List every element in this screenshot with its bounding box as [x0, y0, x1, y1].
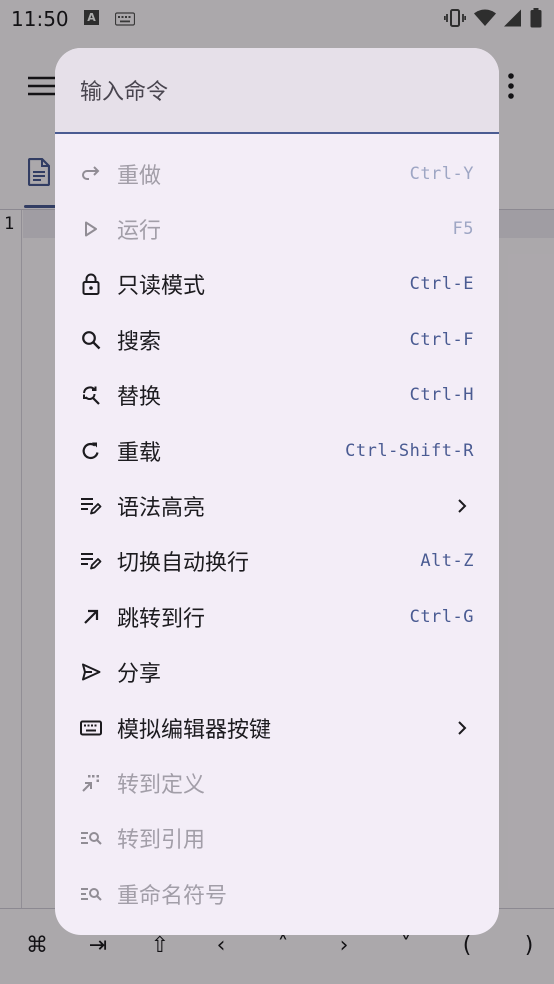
- command-label: 搜索: [117, 329, 162, 355]
- command-item-go-to-line[interactable]: 跳转到行 Ctrl-G: [55, 589, 499, 644]
- find-references-icon: [80, 883, 102, 905]
- command-label: 重做: [117, 163, 162, 189]
- command-shortcut: Ctrl-E: [409, 274, 474, 295]
- keyboard-icon: [80, 717, 102, 739]
- arrow-up-right-icon: [80, 606, 102, 628]
- go-to-definition-icon: [80, 772, 102, 794]
- edit-note-icon: [80, 495, 102, 517]
- command-item-share[interactable]: 分享: [55, 645, 499, 700]
- command-item-redo[interactable]: 重做 Ctrl-Y: [55, 146, 499, 201]
- command-item-replace[interactable]: 替换 Ctrl-H: [55, 368, 499, 423]
- command-label: 只读模式: [117, 274, 206, 300]
- lock-icon: [80, 273, 102, 296]
- command-label: 分享: [117, 662, 162, 688]
- command-item-toggle-word-wrap[interactable]: 切换自动换行 Alt-Z: [55, 534, 499, 589]
- command-item-run[interactable]: 运行 F5: [55, 201, 499, 256]
- command-label: 切换自动换行: [117, 551, 250, 577]
- command-item-go-to-definition[interactable]: 转到定义: [55, 755, 499, 810]
- command-item-reload[interactable]: 重载 Ctrl-Shift-R: [55, 423, 499, 478]
- command-list: 重做 Ctrl-Y 运行 F5 只读模式 Ctrl-E 搜索 Ctrl-F 替换…: [55, 146, 499, 921]
- command-label: 语法高亮: [117, 496, 206, 522]
- search-icon: [80, 329, 102, 351]
- find-replace-icon: [80, 384, 102, 406]
- share-send-icon: [80, 661, 102, 683]
- command-item-rename-symbol[interactable]: 重命名符号: [55, 866, 499, 921]
- command-item-syntax-highlight[interactable]: 语法高亮: [55, 478, 499, 533]
- command-label: 运行: [117, 219, 162, 245]
- edit-note-icon: [80, 550, 102, 572]
- command-shortcut: Ctrl-F: [409, 329, 474, 350]
- command-label: 转到引用: [117, 828, 206, 854]
- command-shortcut: Ctrl-H: [409, 385, 474, 406]
- reload-icon: [80, 440, 102, 462]
- command-item-go-to-references[interactable]: 转到引用: [55, 811, 499, 866]
- command-item-read-only-mode[interactable]: 只读模式 Ctrl-E: [55, 257, 499, 312]
- command-input-container: [55, 48, 499, 134]
- command-shortcut: Ctrl-Shift-R: [345, 440, 474, 461]
- command-label: 转到定义: [117, 772, 206, 798]
- command-item-search[interactable]: 搜索 Ctrl-F: [55, 312, 499, 367]
- command-shortcut: Ctrl-G: [409, 606, 474, 627]
- command-label: 替换: [117, 385, 162, 411]
- command-input[interactable]: [80, 74, 470, 110]
- redo-icon: [80, 163, 102, 185]
- command-palette-dialog: 重做 Ctrl-Y 运行 F5 只读模式 Ctrl-E 搜索 Ctrl-F: [55, 48, 499, 935]
- command-item-simulate-editor-keys[interactable]: 模拟编辑器按键: [55, 700, 499, 755]
- chevron-right-icon: [457, 719, 467, 741]
- find-references-icon: [80, 827, 102, 849]
- command-label: 模拟编辑器按键: [117, 717, 272, 743]
- command-label: 重命名符号: [117, 883, 228, 909]
- play-icon: [80, 218, 102, 240]
- command-shortcut: Ctrl-Y: [409, 163, 474, 184]
- chevron-right-icon: [457, 497, 467, 519]
- command-shortcut: F5: [452, 219, 474, 240]
- command-shortcut: Alt-Z: [420, 551, 474, 572]
- command-label: 重载: [117, 440, 162, 466]
- command-label: 跳转到行: [117, 606, 206, 632]
